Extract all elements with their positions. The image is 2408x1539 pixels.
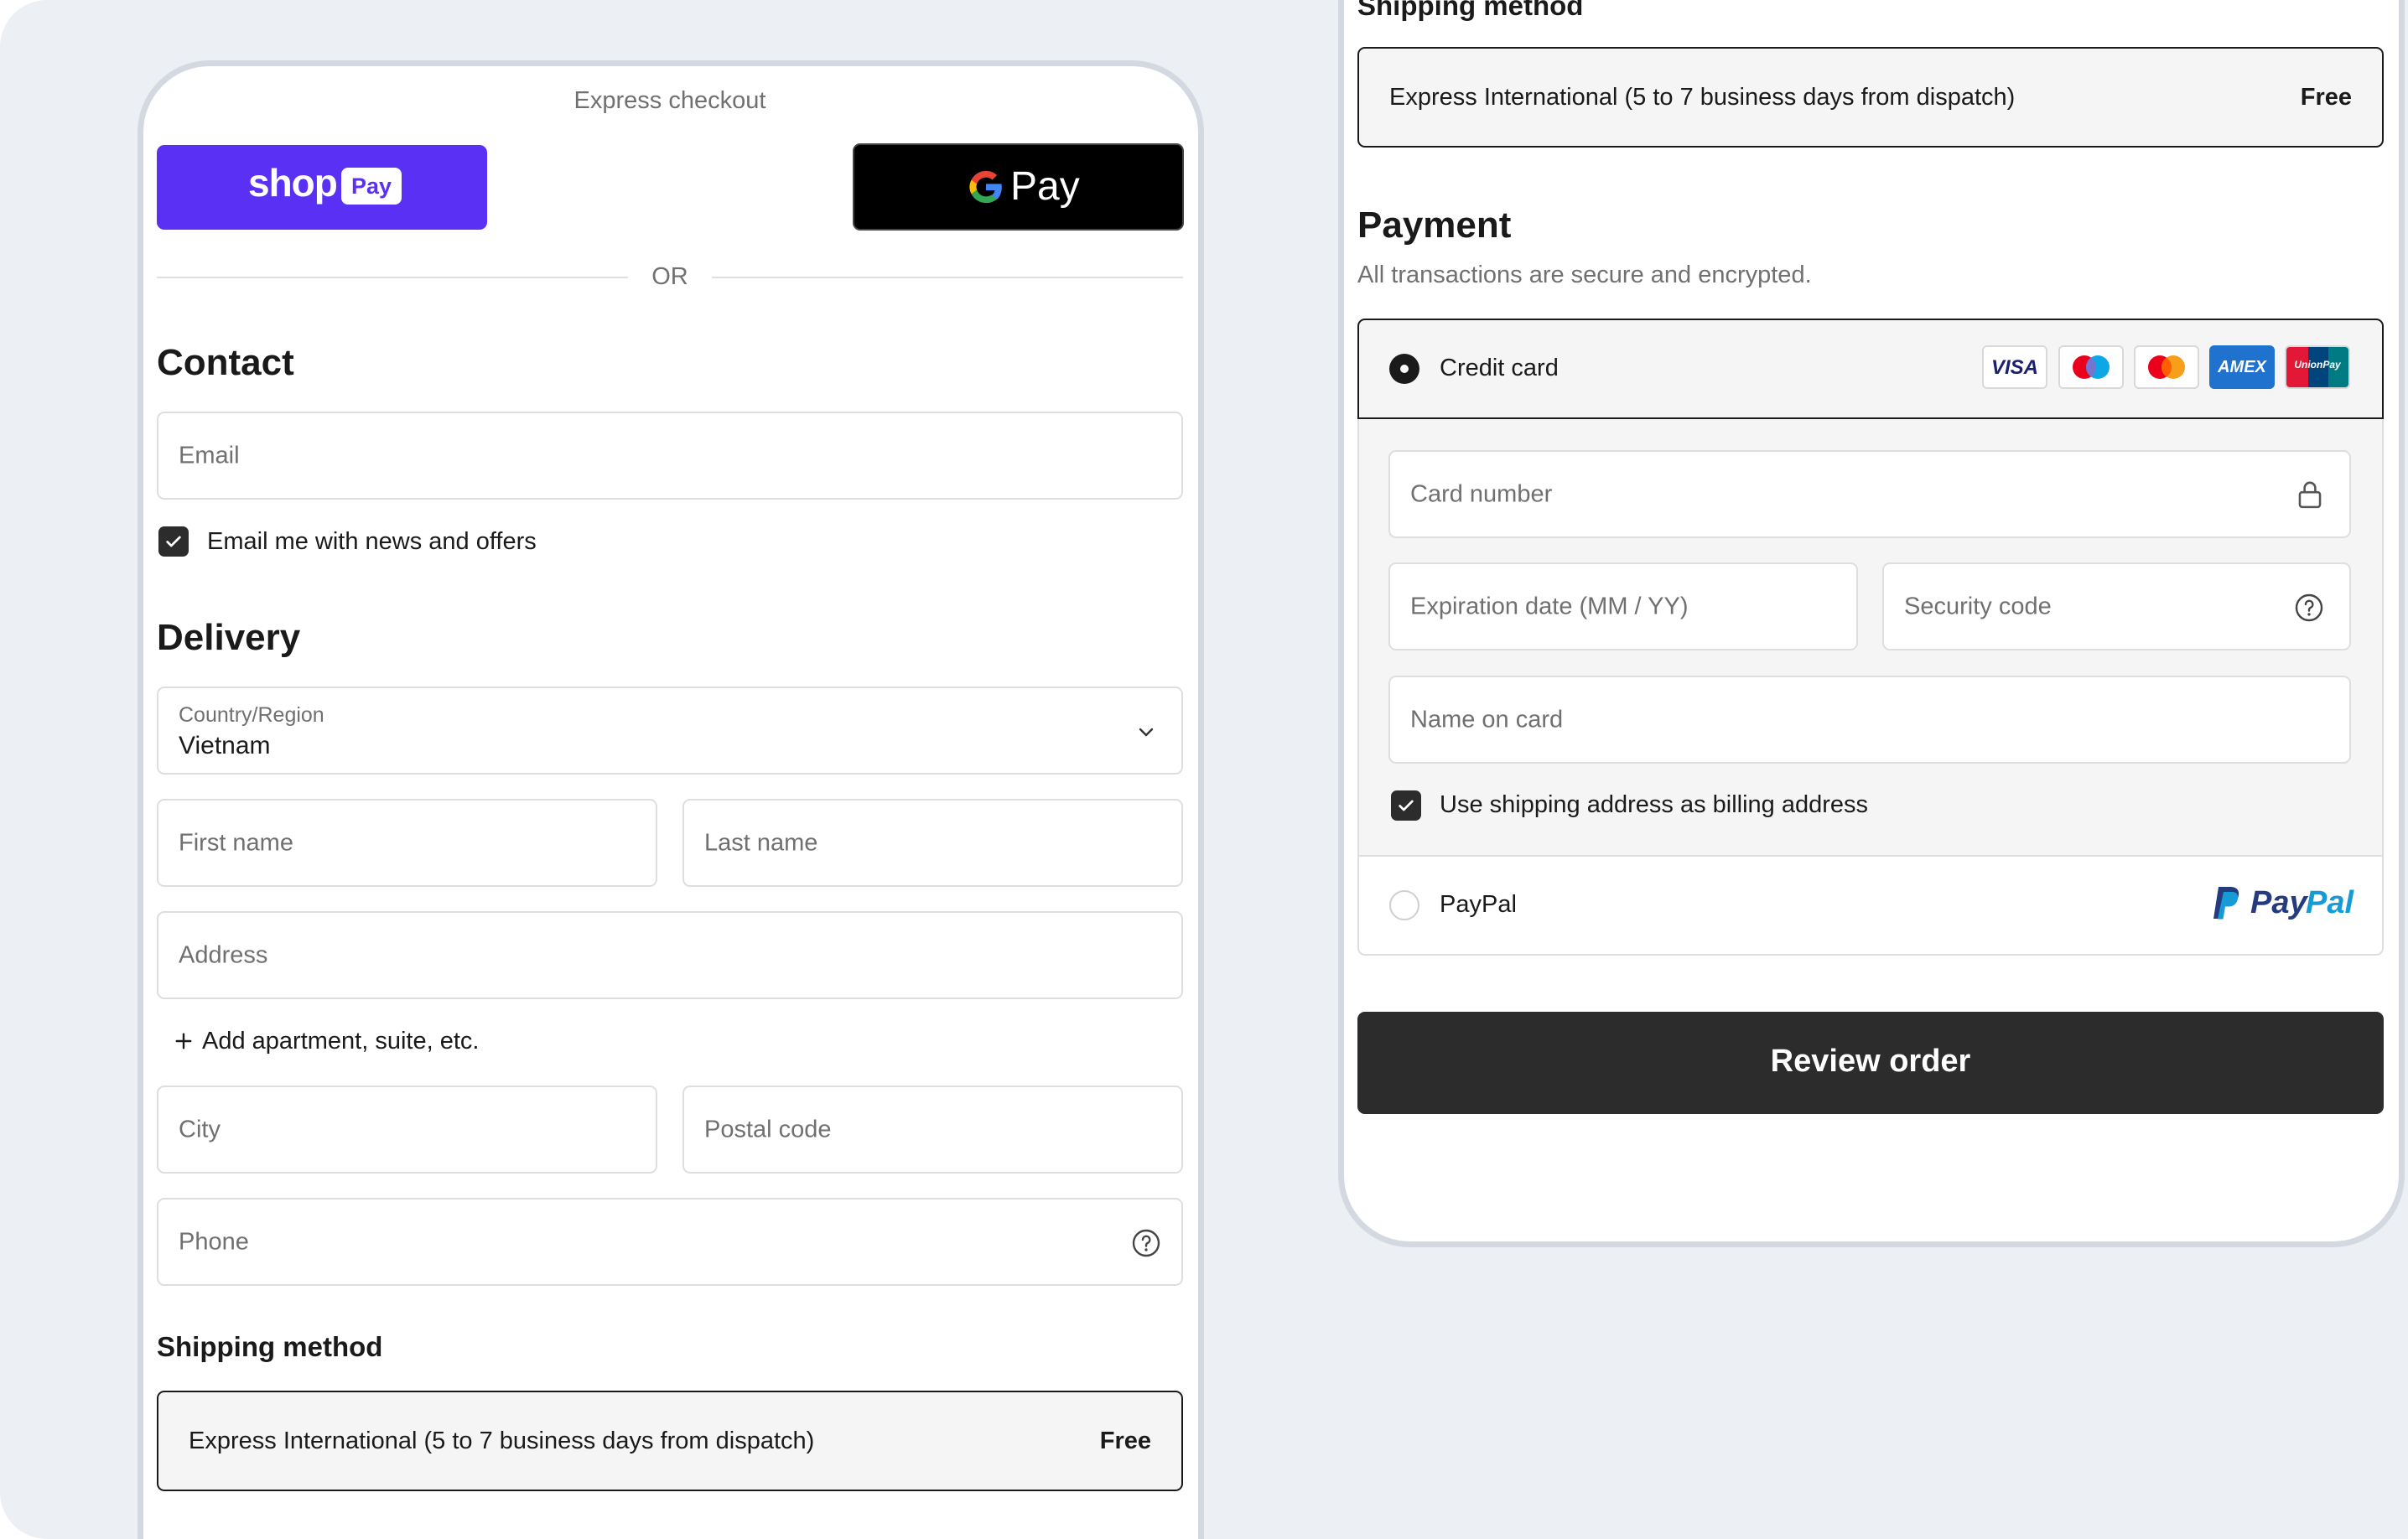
shipping-option-price-right: Free xyxy=(2300,84,2352,111)
last-name-field[interactable]: Last name xyxy=(682,799,1183,887)
shipping-option-right[interactable]: Express International (5 to 7 business d… xyxy=(1357,47,2384,148)
security-code-field[interactable]: Security code xyxy=(1882,562,2351,650)
mastercard-logo xyxy=(2134,345,2199,389)
address-placeholder: Address xyxy=(179,941,268,968)
first-name-placeholder: First name xyxy=(179,829,293,856)
credit-card-label: Credit card xyxy=(1440,355,1559,381)
radio-dot xyxy=(1400,365,1409,373)
divider-line-left xyxy=(157,277,628,278)
newsletter-label: Email me with news and offers xyxy=(207,528,537,555)
expiration-date-field[interactable]: Expiration date (MM / YY) xyxy=(1388,562,1858,650)
paypal-logo-pal: Pal xyxy=(2306,885,2354,920)
shop-pay-badge: Pay xyxy=(341,168,402,205)
payment-heading: Payment xyxy=(1357,205,1512,246)
address-field[interactable]: Address xyxy=(157,911,1183,999)
delivery-heading: Delivery xyxy=(157,617,301,658)
shipping-option-price: Free xyxy=(1099,1428,1151,1454)
phone-field[interactable]: Phone xyxy=(157,1198,1183,1286)
mastercard-circles xyxy=(2148,355,2185,379)
paypal-label: PayPal xyxy=(1440,891,1517,918)
maestro-circles xyxy=(2073,355,2110,379)
shipping-method-heading-right: Shipping method xyxy=(1357,0,1584,21)
billing-same-label: Use shipping address as billing address xyxy=(1440,791,1869,818)
name-on-card-placeholder: Name on card xyxy=(1410,706,1564,733)
paypal-p-icon xyxy=(2213,887,2239,920)
city-field[interactable]: City xyxy=(157,1086,657,1174)
plus-icon xyxy=(175,1033,192,1049)
google-g-icon xyxy=(969,170,1002,204)
paypal-radio[interactable] xyxy=(1389,890,1419,920)
unionpay-logo-text: UnionPay xyxy=(2294,359,2341,370)
email-placeholder: Email xyxy=(179,442,240,469)
email-field[interactable]: Email xyxy=(157,412,1183,500)
country-region-select[interactable]: Country/Region Vietnam xyxy=(157,687,1183,775)
review-order-button[interactable]: Review order xyxy=(1357,1012,2384,1114)
postal-code-field[interactable]: Postal code xyxy=(682,1086,1183,1174)
unionpay-logo: UnionPay xyxy=(2285,345,2350,389)
amex-logo-text: AMEX xyxy=(2218,358,2266,376)
paypal-logo: Pay Pal xyxy=(2210,884,2365,925)
maestro-logo xyxy=(2058,345,2124,389)
visa-logo: VISA xyxy=(1982,345,2047,389)
payment-subtitle: All transactions are secure and encrypte… xyxy=(1357,262,1812,288)
check-icon xyxy=(166,536,181,547)
check-icon xyxy=(1399,800,1414,811)
divider-line-right xyxy=(712,277,1183,278)
shipping-method-heading: Shipping method xyxy=(157,1331,383,1362)
help-circle-icon[interactable] xyxy=(2294,593,2324,623)
visa-logo-text: VISA xyxy=(1990,356,2038,379)
expiration-date-placeholder: Expiration date (MM / YY) xyxy=(1410,593,1689,619)
credit-card-radio[interactable] xyxy=(1389,354,1419,384)
name-on-card-field[interactable]: Name on card xyxy=(1388,676,2351,764)
country-region-label: Country/Region xyxy=(179,703,324,727)
country-region-value: Vietnam xyxy=(179,732,271,759)
newsletter-checkbox[interactable] xyxy=(158,526,189,557)
chevron-down-icon xyxy=(1139,728,1154,737)
contact-heading: Contact xyxy=(157,342,294,383)
help-circle-icon[interactable] xyxy=(1131,1228,1161,1258)
last-name-placeholder: Last name xyxy=(704,829,818,856)
paypal-logo-pay: Pay xyxy=(2250,885,2307,920)
shipping-option[interactable]: Express International (5 to 7 business d… xyxy=(157,1391,1183,1491)
city-placeholder: City xyxy=(179,1116,221,1143)
review-order-label: Review order xyxy=(1770,1044,1971,1079)
first-name-field[interactable]: First name xyxy=(157,799,657,887)
security-code-placeholder: Security code xyxy=(1904,593,2052,619)
shop-pay-button[interactable]: shop Pay xyxy=(157,145,487,230)
postal-code-placeholder: Postal code xyxy=(704,1116,832,1143)
add-apartment-label: Add apartment, suite, etc. xyxy=(202,1028,480,1054)
billing-same-checkbox[interactable] xyxy=(1391,790,1421,821)
shipping-option-label-right: Express International (5 to 7 business d… xyxy=(1389,84,2016,111)
shipping-option-label: Express International (5 to 7 business d… xyxy=(189,1428,815,1454)
google-pay-label: Pay xyxy=(1010,164,1080,209)
amex-logo: AMEX xyxy=(2209,345,2275,389)
google-pay-button[interactable]: Pay xyxy=(853,143,1184,231)
card-number-field[interactable]: Card number xyxy=(1388,450,2351,538)
lock-icon xyxy=(2298,481,2322,509)
shop-pay-wordmark: shop xyxy=(248,161,338,205)
phone-placeholder: Phone xyxy=(179,1228,249,1255)
express-checkout-label: Express checkout xyxy=(573,87,766,114)
paypal-option[interactable]: PayPal Pay Pal xyxy=(1359,857,2382,954)
card-number-placeholder: Card number xyxy=(1410,480,1553,507)
or-divider-label: OR xyxy=(651,263,688,290)
